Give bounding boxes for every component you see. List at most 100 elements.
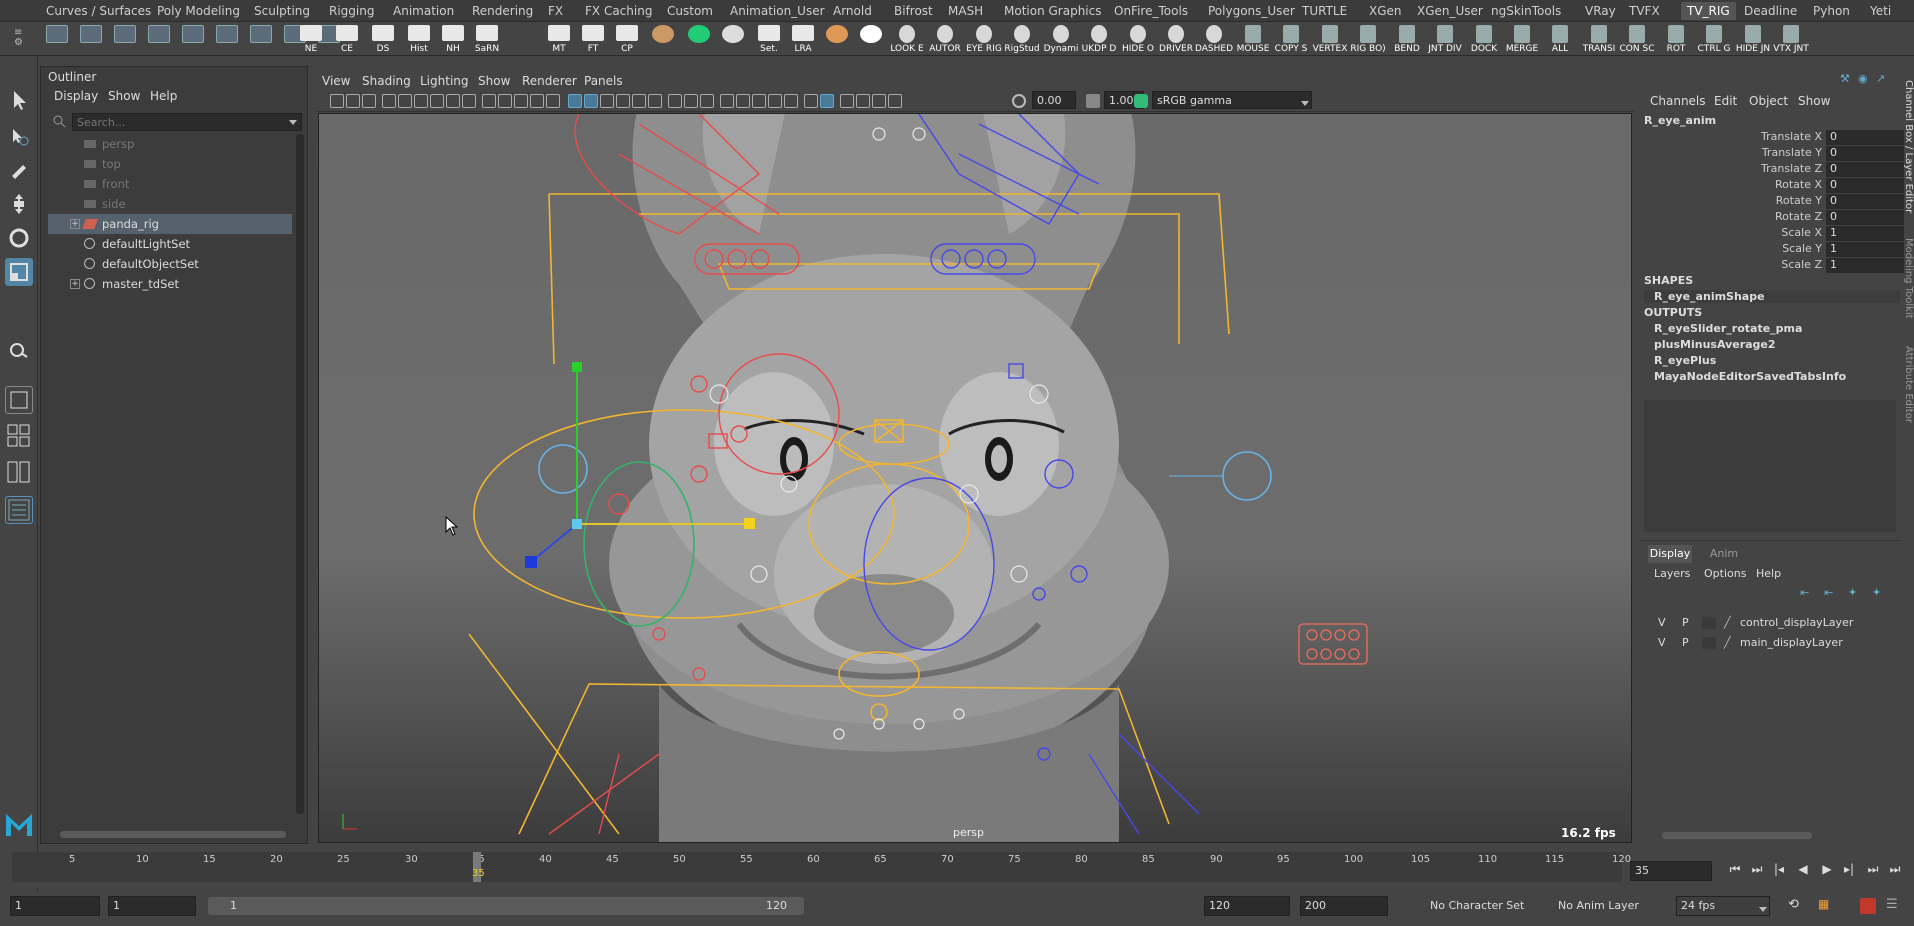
cb-attr-value[interactable]: 0 [1826, 130, 1904, 145]
cb-output-node[interactable]: R_eyePlus [1654, 354, 1716, 367]
layer-row[interactable]: V P ╱ main_displayLayer [1648, 634, 1900, 652]
outliner-scrollbar[interactable] [296, 134, 304, 814]
cb-attr-translate-x[interactable]: Translate X 0 [1640, 130, 1914, 146]
cb-output-node[interactable]: plusMinusAverage2 [1654, 338, 1776, 351]
shelf-tab-deadline[interactable]: Deadline [1744, 2, 1797, 20]
shelf-button-dynami[interactable]: Dynami [1044, 25, 1078, 54]
shelf-button-ft[interactable]: FT [580, 25, 606, 54]
shelf-tool-icon[interactable] [112, 25, 138, 53]
outliner-hscrollbar[interactable] [60, 831, 286, 838]
shelf-button-con-sc[interactable]: CON SC [1620, 25, 1654, 54]
move-layer-down-icon[interactable]: ⇤ [1824, 586, 1833, 599]
viewport-toolbar-icon[interactable] [720, 94, 734, 108]
shelf-menu-icon[interactable]: ≡ ⚙ [14, 28, 24, 50]
lasso-tool-icon[interactable] [5, 122, 33, 150]
shelf-button-dock[interactable]: DOCK [1471, 25, 1497, 54]
shelf-tool-icon[interactable] [686, 25, 712, 53]
viewport-toolbar-icon[interactable] [446, 94, 460, 108]
play-backwards-icon[interactable]: ◀ [1796, 862, 1810, 876]
shelf-button-bend[interactable]: BEND [1394, 25, 1420, 54]
shelf-tool-icon[interactable] [720, 25, 746, 53]
viewport-toolbar-icon[interactable] [514, 94, 528, 108]
time-slider[interactable]: 5 10 15 20 25 30 35 40 45 50 55 60 65 70 75 80 85 90 95 100… [0, 852, 1914, 888]
auto-key-icon[interactable] [1860, 898, 1876, 914]
layer-playback-toggle[interactable]: P [1682, 616, 1689, 629]
cb-menu-edit[interactable]: Edit [1714, 94, 1737, 108]
select-tool-icon[interactable] [5, 86, 33, 114]
cb-attr-scale-x[interactable]: Scale X 1 [1640, 226, 1914, 242]
shelf-button-hide-jn[interactable]: HIDE JN [1736, 25, 1770, 54]
end-time-field[interactable]: 200 [1300, 896, 1388, 916]
viewport-3d[interactable]: persp 16.2 fps [318, 113, 1632, 843]
shelf-tool-icon[interactable] [146, 25, 172, 53]
viewport-toolbar-icon[interactable] [840, 94, 854, 108]
cb-output-node[interactable]: R_eyeSlider_rotate_pma [1654, 322, 1802, 335]
outliner-item-front[interactable]: front [48, 174, 292, 194]
cb-menu-channels[interactable]: Channels [1650, 94, 1706, 108]
cb-shape-name[interactable]: R_eye_animShape [1644, 290, 1900, 303]
shelf-tool-icon[interactable] [180, 25, 206, 53]
viewport-menu-view[interactable]: View [322, 74, 350, 88]
cb-attr-value[interactable]: 1 [1826, 226, 1904, 241]
layer-color-swatch[interactable] [1702, 617, 1716, 629]
shelf-tab-motion-graphics[interactable]: Motion Graphics [1004, 2, 1102, 20]
chevron-down-icon[interactable] [1758, 904, 1768, 912]
shelf-button-copy-s[interactable]: COPY S [1275, 25, 1307, 54]
outliner-item-defaultlightset[interactable]: defaultLightSet [48, 234, 292, 254]
rotate-tool-icon[interactable] [5, 224, 33, 252]
layer-visibility-toggle[interactable]: V [1658, 616, 1666, 629]
viewport-toolbar-icon[interactable] [330, 94, 344, 108]
viewport-menu-shading[interactable]: Shading [362, 74, 411, 88]
viewport-toolbar-icon[interactable] [362, 94, 376, 108]
shelf-button-hist[interactable]: Hist [406, 25, 432, 54]
shelf-tab-rigging[interactable]: Rigging [329, 2, 374, 20]
viewport-toolbar-icon[interactable] [684, 94, 698, 108]
viewport-toolbar-icon[interactable] [430, 94, 444, 108]
layer-tab-anim[interactable]: Anim [1702, 545, 1746, 563]
new-layer-icon[interactable]: ✦ [1848, 586, 1857, 599]
cb-attr-value[interactable]: 0 [1826, 178, 1904, 193]
chevron-down-icon[interactable] [288, 117, 298, 125]
shelf-tab-mash[interactable]: MASH [948, 2, 983, 20]
layer-tab-display[interactable]: Display [1648, 545, 1692, 563]
cb-attr-rotate-y[interactable]: Rotate Y 0 [1640, 194, 1914, 210]
viewport-toolbar-icon[interactable] [736, 94, 750, 108]
shelf-button-sarn[interactable]: SaRN [474, 25, 500, 54]
viewport-toolbar-icon[interactable] [382, 94, 396, 108]
shelf-button-mt[interactable]: MT [546, 25, 572, 54]
shelf-tab-animation[interactable]: Animation [393, 2, 454, 20]
attrs-icon[interactable]: ◉ [1858, 72, 1868, 85]
shelf-button-ds[interactable]: DS [370, 25, 396, 54]
shelf-button-dashed[interactable]: DASHED [1195, 25, 1233, 54]
shelf-tab-curves-surfaces[interactable]: Curves / Surfaces [46, 2, 151, 20]
shelf-tab-sculpting[interactable]: Sculpting [254, 2, 310, 20]
chevron-down-icon[interactable] [1300, 98, 1310, 106]
go-to-end-icon[interactable]: ⏭ [1888, 862, 1902, 876]
viewport-toolbar-icon[interactable] [600, 94, 614, 108]
viewport-toolbar-icon[interactable] [784, 94, 798, 108]
anim-layer-dropdown[interactable]: No Anim Layer [1558, 899, 1639, 912]
film-icon[interactable]: ▦ [1818, 897, 1829, 911]
single-pane-layout-icon[interactable] [5, 386, 33, 414]
shelf-tool-icon[interactable] [858, 25, 884, 53]
shelf-button-merge[interactable]: MERGE [1506, 25, 1538, 54]
viewport-toolbar-icon[interactable] [584, 94, 598, 108]
outliner-menu-help[interactable]: Help [150, 89, 177, 103]
shelf-tab-poly-modeling[interactable]: Poly Modeling [157, 2, 240, 20]
side-tab-attribute-editor[interactable]: Attribute Editor [1902, 346, 1914, 436]
viewport-toolbar-icon[interactable] [648, 94, 662, 108]
viewport-toolbar-icon[interactable] [632, 94, 646, 108]
cb-attr-value[interactable]: 1 [1826, 258, 1904, 273]
exposure-field[interactable]: 0.00 [1032, 91, 1076, 109]
cb-attr-translate-z[interactable]: Translate Z 0 [1640, 162, 1914, 178]
fps-dropdown[interactable]: 24 fps [1676, 896, 1770, 916]
scale-tool-icon[interactable] [5, 258, 33, 286]
shelf-button-eye-rig[interactable]: EYE RIG [966, 25, 1002, 54]
cb-attr-value[interactable]: 0 [1826, 194, 1904, 209]
outliner-item-top[interactable]: top [48, 154, 292, 174]
viewport-toolbar-icon[interactable] [546, 94, 560, 108]
shelf-button-rigstud[interactable]: RigStud [1004, 25, 1040, 54]
two-pane-layout-icon[interactable] [5, 458, 33, 486]
play-forwards-icon[interactable]: ▶ [1820, 862, 1834, 876]
shelf-tab-xgen[interactable]: XGen [1369, 2, 1402, 20]
